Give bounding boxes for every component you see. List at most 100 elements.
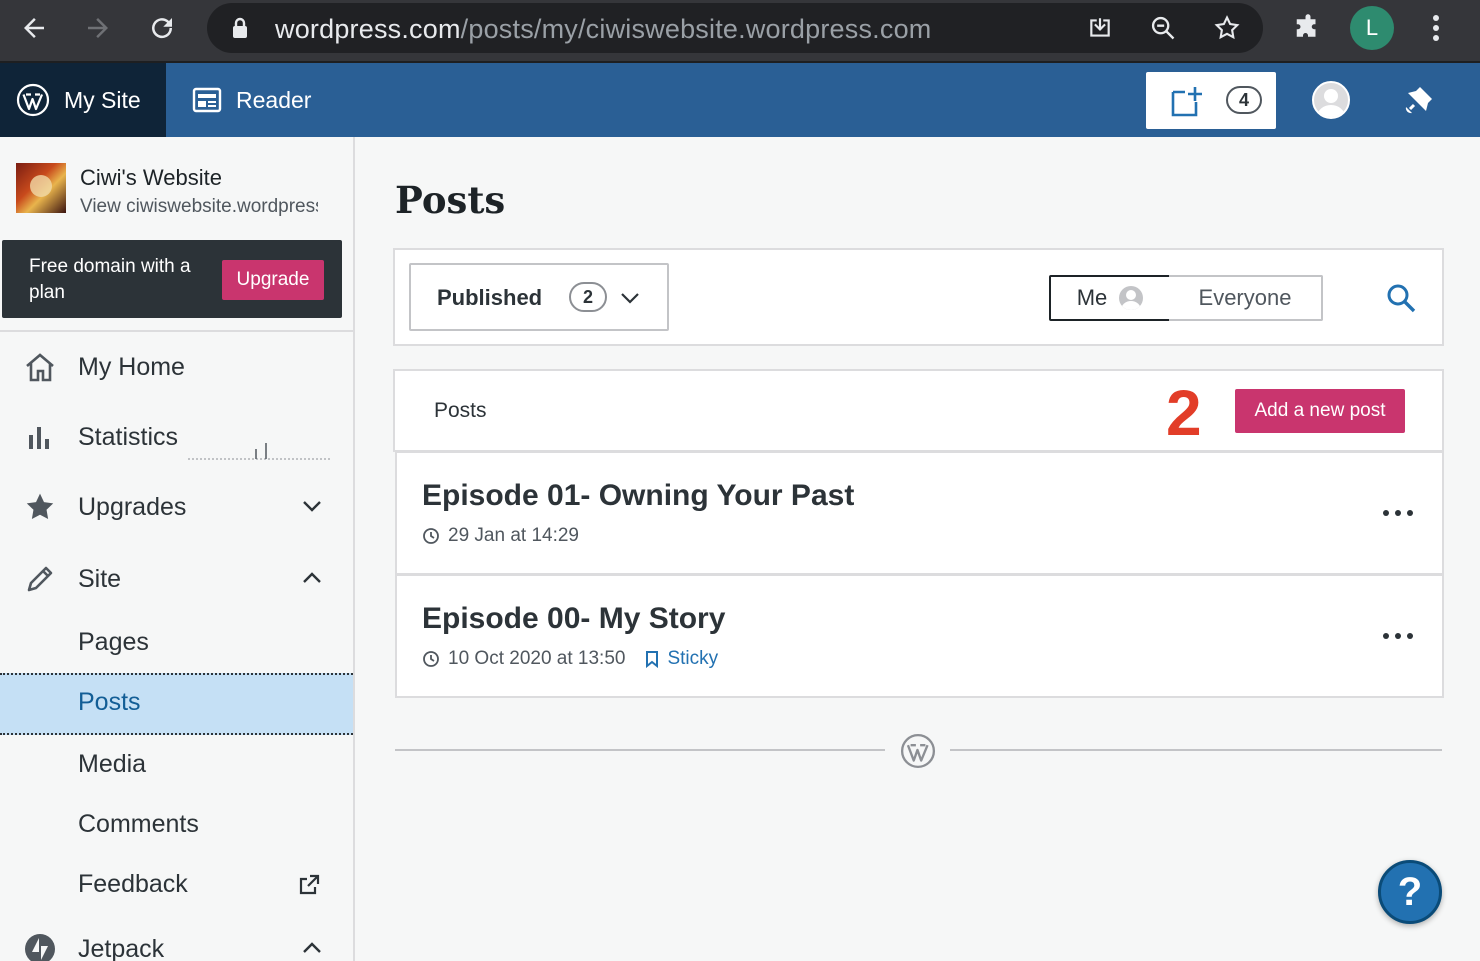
author-filter-everyone[interactable]: Everyone	[1169, 275, 1323, 321]
post-row[interactable]: Episode 00- My Story 10 Oct 2020 at 13:5…	[395, 574, 1444, 698]
back-button[interactable]	[14, 8, 54, 48]
upgrade-button[interactable]: Upgrade	[222, 260, 324, 300]
post-row[interactable]: Episode 01- Owning Your Past 29 Jan at 1…	[395, 451, 1444, 575]
forward-button[interactable]	[78, 8, 118, 48]
default-avatar-icon	[1317, 89, 1345, 117]
sidebar-item-upgrades[interactable]: Upgrades	[0, 477, 353, 537]
browser-menu-button[interactable]	[1416, 8, 1456, 48]
search-button[interactable]	[1385, 282, 1417, 319]
post-title[interactable]: Episode 01- Owning Your Past	[422, 479, 854, 513]
wordpress-logo-icon	[16, 83, 50, 117]
arrow-right-icon	[88, 18, 108, 38]
reader-icon	[192, 87, 222, 113]
address-bar[interactable]: wordpress.com/posts/my/ciwiswebsite.word…	[207, 3, 1263, 53]
step-annotation: 2	[1166, 377, 1202, 449]
lock-icon	[231, 17, 249, 44]
add-new-post-button[interactable]: Add a new post	[1235, 389, 1405, 433]
sidebar-item-label: Statistics	[78, 422, 179, 451]
post-date: 10 Oct 2020 at 13:50	[448, 648, 626, 669]
pencil-icon	[22, 563, 58, 595]
chevron-up-icon	[303, 942, 321, 953]
sidebar-subitem-comments[interactable]: Comments	[0, 795, 353, 855]
sidebar-subitem-pages[interactable]: Pages	[0, 613, 353, 673]
puzzle-icon	[1296, 14, 1316, 37]
posts-list-title: Posts	[434, 399, 487, 422]
sidebar-item-statistics[interactable]: Statistics	[0, 407, 353, 467]
install-app-icon[interactable]	[1085, 13, 1115, 43]
browser-profile-avatar[interactable]: L	[1350, 6, 1394, 50]
sidebar-subitem-media[interactable]: Media	[0, 735, 353, 795]
wordpress-footer-logo-icon	[900, 733, 936, 774]
sidebar-item-label: Jetpack	[78, 934, 165, 961]
sidebar-subitem-feedback[interactable]: Feedback	[0, 855, 353, 915]
posts-list-header: Posts 2 Add a new post	[393, 369, 1444, 452]
search-icon	[1387, 284, 1416, 313]
home-icon	[22, 351, 58, 383]
notifications-button[interactable]	[1398, 81, 1438, 121]
post-actions-button[interactable]	[1383, 510, 1413, 516]
chevron-down-icon	[621, 293, 639, 304]
sidebar-subitem-label: Pages	[78, 628, 149, 656]
reader-button[interactable]: Reader	[192, 63, 311, 137]
sidebar-item-label: Site	[78, 564, 122, 593]
sidebar-item-my-home[interactable]: My Home	[0, 337, 353, 397]
posts-filter-bar: Published 2 Me Everyone	[393, 248, 1444, 346]
sidebar-item-jetpack[interactable]: Jetpack	[0, 919, 353, 961]
status-label: Published	[437, 285, 543, 310]
my-site-button[interactable]: My Site	[0, 63, 166, 137]
post-actions-button[interactable]	[1383, 633, 1413, 639]
reload-icon	[152, 18, 173, 39]
upsell-banner: Free domain with a plan Upgrade	[2, 240, 342, 318]
page-title: Posts	[395, 178, 506, 222]
post-meta: 10 Oct 2020 at 13:50 Sticky	[422, 648, 718, 670]
sidebar-subitem-label: Feedback	[78, 870, 188, 898]
star-icon	[22, 491, 58, 523]
user-avatar[interactable]	[1312, 81, 1350, 119]
chevron-up-icon	[303, 572, 321, 583]
site-icon	[16, 163, 66, 213]
post-status-dropdown[interactable]: Published 2	[409, 263, 669, 331]
clock-icon	[423, 651, 439, 667]
extensions-button[interactable]	[1288, 8, 1328, 48]
write-post-button[interactable]: 4	[1146, 72, 1276, 129]
footer-divider	[395, 749, 885, 751]
reader-label: Reader	[236, 86, 312, 113]
chevron-down-icon	[303, 501, 321, 512]
drafts-count-badge[interactable]: 4	[1226, 86, 1262, 114]
kebab-menu-icon	[1433, 15, 1439, 41]
sidebar-subitem-label: Media	[78, 750, 147, 778]
avatar-icon	[1119, 286, 1144, 310]
post-date: 29 Jan at 14:29	[448, 525, 579, 546]
post-meta: 29 Jan at 14:29	[422, 525, 579, 547]
stats-sparkline	[188, 443, 330, 460]
wp-masterbar: My Site Reader 4	[0, 63, 1480, 137]
sidebar-divider	[0, 330, 353, 332]
help-button[interactable]: ?	[1378, 860, 1442, 924]
sticky-badge: Sticky	[645, 648, 718, 670]
sidebar: Ciwi's Website View ciwiswebsite.wordpre…	[0, 137, 355, 961]
sidebar-subitem-label: Comments	[78, 810, 199, 838]
sidebar-subitem-label: Posts	[78, 688, 141, 716]
url-text: wordpress.com/posts/my/ciwiswebsite.word…	[275, 14, 932, 44]
sidebar-subitem-posts[interactable]: Posts	[0, 673, 353, 735]
browser-toolbar: wordpress.com/posts/my/ciwiswebsite.word…	[0, 0, 1480, 63]
upsell-text: Free domain with a plan	[29, 256, 191, 303]
footer-divider	[950, 749, 1442, 751]
clock-icon	[423, 528, 439, 544]
bell-icon	[1405, 87, 1432, 114]
site-url-link[interactable]: View ciwiswebsite.wordpress.com	[80, 196, 318, 218]
status-count-badge: 2	[569, 282, 607, 312]
author-filter-me-label: Me	[1076, 285, 1108, 310]
bookmark-star-icon[interactable]	[1212, 13, 1242, 43]
jetpack-icon	[22, 933, 58, 961]
new-post-icon	[1170, 84, 1204, 123]
author-filter-me[interactable]: Me	[1049, 275, 1171, 321]
reload-button[interactable]	[142, 8, 182, 48]
site-card[interactable]: Ciwi's Website View ciwiswebsite.wordpre…	[16, 163, 346, 223]
sidebar-item-site[interactable]: Site	[0, 549, 353, 609]
post-title[interactable]: Episode 00- My Story	[422, 602, 725, 636]
zoom-icon[interactable]	[1148, 13, 1178, 43]
bookmark-icon	[646, 651, 659, 668]
sidebar-item-label: Upgrades	[78, 492, 187, 521]
sidebar-item-label: My Home	[78, 352, 185, 381]
